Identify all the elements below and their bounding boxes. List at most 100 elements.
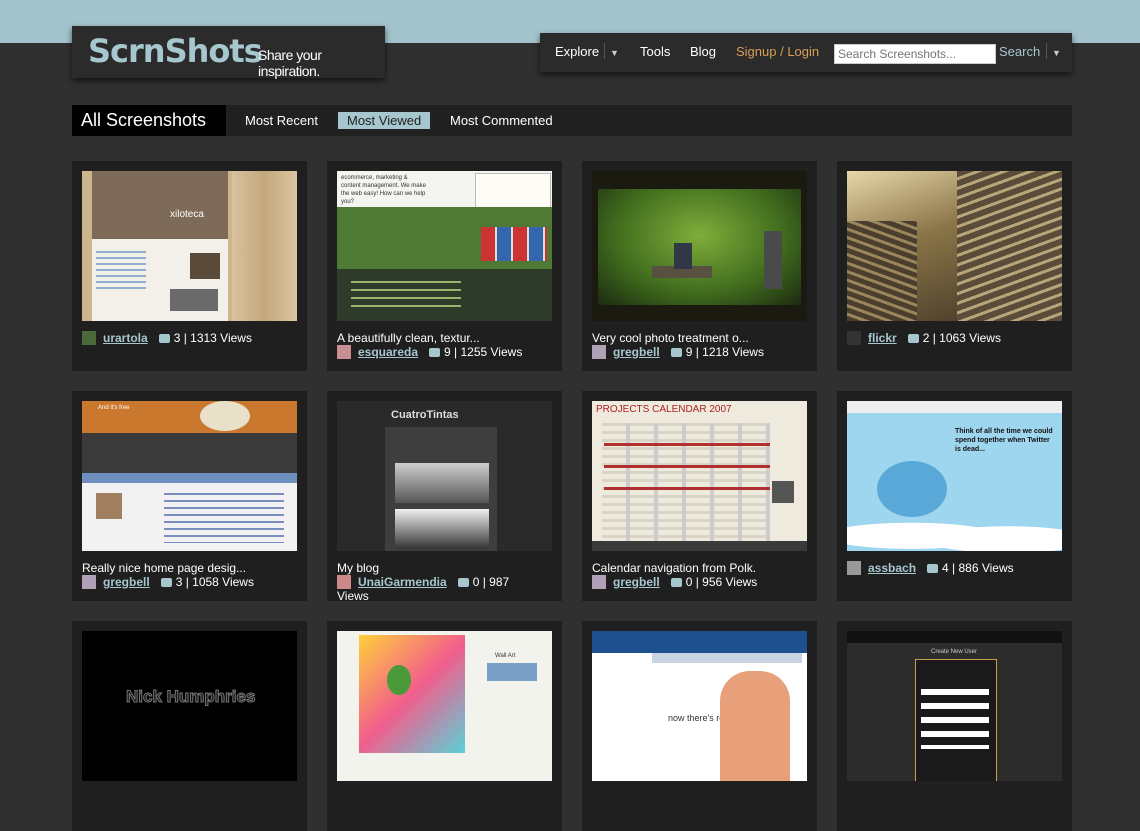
username-link[interactable]: esquareda [358, 345, 418, 359]
card-meta: gregbell 3 | 1058 Views [82, 575, 254, 591]
avatar[interactable] [82, 331, 96, 345]
screenshot-card: Create New User [837, 621, 1072, 831]
screenshot-card: Very cool photo treatment o... gregbell 9… [582, 161, 817, 371]
card-meta: gregbell 9 | 1218 Views [592, 345, 764, 361]
avatar[interactable] [337, 345, 351, 359]
nav-explore[interactable]: Explore [555, 44, 599, 59]
thumb-text: Think of all the time we could spend tog… [955, 428, 1053, 453]
thumb-tabs [652, 653, 802, 663]
username-link[interactable]: gregbell [613, 345, 660, 359]
tab-most-viewed[interactable]: Most Viewed [338, 112, 431, 129]
thumb-header [847, 631, 1062, 643]
username-link[interactable]: gregbell [103, 575, 150, 589]
thumb-months [592, 541, 807, 551]
screenshot-thumbnail[interactable]: xiloteca [82, 171, 297, 321]
screenshot-thumbnail[interactable]: Create New User [847, 631, 1062, 781]
search-input[interactable] [834, 44, 996, 64]
tagline: Share your inspiration. [258, 47, 322, 79]
tab-most-commented[interactable]: Most Commented [450, 113, 553, 128]
card-meta: gregbell 0 | 956 Views [592, 575, 757, 591]
thumb-header [847, 401, 1062, 413]
screenshot-thumbnail[interactable] [592, 171, 807, 321]
view-stats: 3 | 1313 Views [173, 331, 252, 345]
username-link[interactable]: flickr [868, 331, 897, 345]
thumb-day [772, 481, 794, 503]
avatar[interactable] [847, 561, 861, 575]
card-caption[interactable]: A beautifully clean, textur... [337, 331, 557, 345]
username-link[interactable]: gregbell [613, 575, 660, 589]
chevron-down-icon[interactable]: ▼ [1052, 48, 1061, 58]
thumb-band [82, 433, 297, 473]
thumb-text: xiloteca [170, 209, 204, 220]
nav-tools[interactable]: Tools [640, 44, 670, 59]
avatar[interactable] [82, 575, 96, 589]
thumb-header [92, 171, 228, 239]
thumb-building [847, 221, 917, 321]
card-caption[interactable]: Very cool photo treatment o... [592, 331, 812, 345]
screenshot-thumbnail[interactable]: Think of all the time we could spend tog… [847, 401, 1062, 551]
avatar[interactable] [592, 345, 606, 359]
thumb-clouds [847, 513, 1062, 551]
view-stats: 0 | 987 [472, 575, 510, 589]
comment-icon [927, 564, 939, 573]
screenshot-card: CuatroTintas My blog UnaiGarmendia 0 | 98… [327, 391, 562, 603]
avatar[interactable] [847, 331, 861, 345]
thumb-text: PROJECTS CALENDAR 2007 [596, 404, 732, 415]
comment-icon [670, 348, 682, 357]
screenshot-thumbnail[interactable]: Nick Humphries [82, 631, 297, 781]
thumb-lines [164, 493, 284, 543]
avatar[interactable] [337, 575, 351, 589]
screenshot-thumbnail[interactable] [847, 171, 1062, 321]
thumb-tiles [481, 227, 547, 261]
username-link[interactable]: urartola [103, 331, 148, 345]
thumb-bird [877, 461, 947, 517]
card-caption[interactable]: My blog [337, 561, 557, 575]
comment-icon [429, 348, 441, 357]
screenshot-card: ecommerce, marketing & content managemen… [327, 161, 562, 371]
thumb-bar [82, 473, 297, 483]
tab-all-screenshots[interactable]: All Screenshots [72, 105, 226, 136]
screenshot-thumbnail[interactable]: Wall Art [337, 631, 552, 781]
thumb-photo [200, 401, 250, 431]
site-logo[interactable]: ScrnShots Share your inspiration. [72, 26, 385, 79]
view-stats: 2 | 1063 Views [922, 331, 1001, 345]
comment-icon [670, 578, 682, 587]
main-nav: Explore ▼ Tools Blog Signup / Login Sear… [540, 33, 1072, 72]
screenshot-thumbnail[interactable]: PROJECTS CALENDAR 2007 [592, 401, 807, 551]
thumb-building [957, 171, 1062, 321]
nav-blog[interactable]: Blog [690, 44, 716, 59]
tab-most-recent[interactable]: Most Recent [245, 113, 318, 128]
chevron-down-icon[interactable]: ▼ [610, 48, 619, 58]
username-link[interactable]: assbach [868, 561, 916, 575]
screenshot-thumbnail[interactable]: And it's free [82, 401, 297, 551]
card-meta: assbach 4 | 886 Views [847, 561, 1014, 577]
screenshot-thumbnail[interactable]: CuatroTintas [337, 401, 552, 551]
card-meta: esquareda 9 | 1255 Views [337, 345, 522, 361]
search-button[interactable]: Search [999, 44, 1040, 59]
divider [604, 43, 605, 59]
thumb-photo [170, 289, 218, 311]
divider [1046, 43, 1047, 59]
card-caption[interactable]: Calendar navigation from Polk. [592, 561, 812, 575]
view-stats-wrap: Views [337, 589, 369, 603]
screenshot-thumbnail[interactable]: ecommerce, marketing & content managemen… [337, 171, 552, 321]
thumb-text: Create New User [931, 649, 978, 655]
thumb-text: Nick Humphries [125, 687, 256, 707]
view-stats: 9 | 1218 Views [685, 345, 764, 359]
card-meta: flickr 2 | 1063 Views [847, 331, 1001, 347]
card-caption[interactable]: Really nice home page desig... [82, 561, 302, 575]
thumb-photo [395, 509, 489, 549]
comment-icon [907, 334, 919, 343]
brand-name: ScrnShots [88, 32, 263, 70]
avatar[interactable] [592, 575, 606, 589]
comment-icon [158, 334, 170, 343]
screenshot-thumbnail[interactable]: now there's reQall. [592, 631, 807, 781]
thumb-fields [921, 689, 989, 749]
thumb-box [487, 663, 537, 681]
view-stats: 3 | 1058 Views [175, 575, 254, 589]
thumb-text: ecommerce, marketing & content managemen… [341, 175, 426, 205]
thumb-photo [190, 253, 220, 279]
nav-signup-login[interactable]: Signup / Login [736, 44, 819, 59]
thumb-lines [351, 281, 461, 311]
username-link[interactable]: UnaiGarmendia [358, 575, 447, 589]
